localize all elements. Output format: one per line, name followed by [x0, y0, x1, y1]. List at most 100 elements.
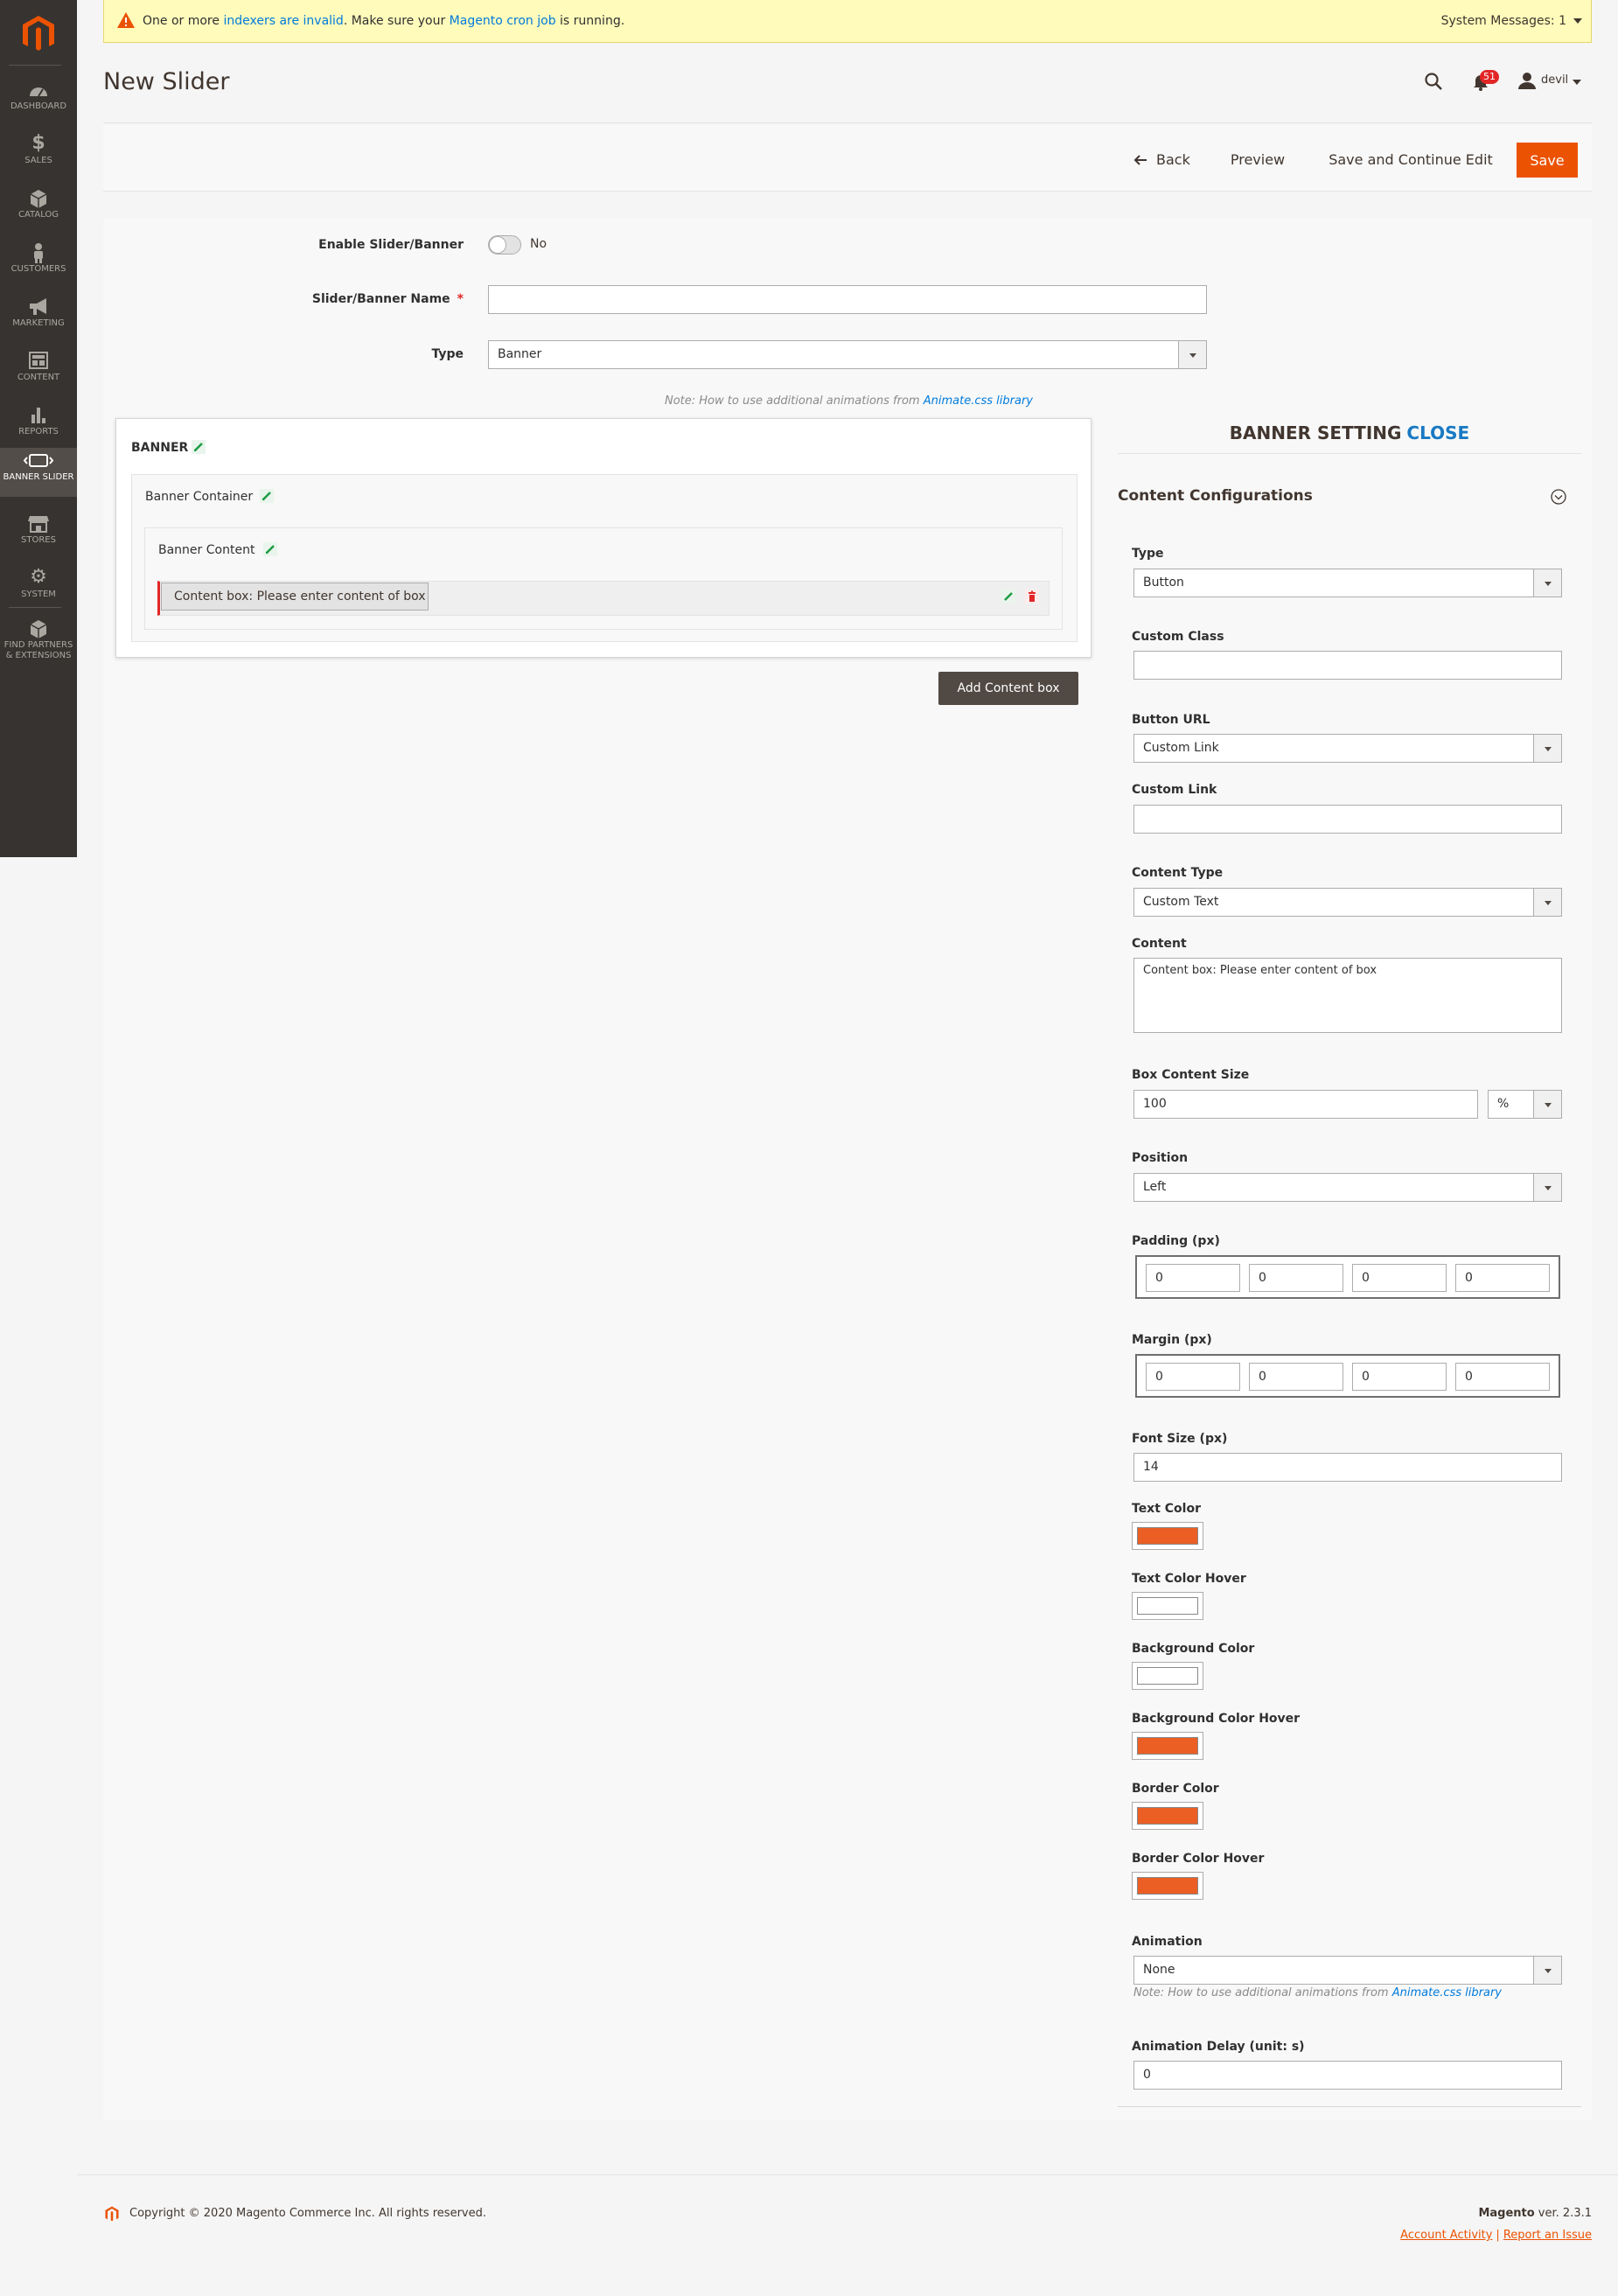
- animation-delay-input[interactable]: 0: [1133, 2061, 1562, 2090]
- report-issue-link[interactable]: Report an Issue: [1503, 2229, 1592, 2242]
- chevron-down-icon[interactable]: [1573, 18, 1582, 24]
- content-label: Content: [1132, 937, 1187, 951]
- add-content-box-button[interactable]: Add Content box: [938, 672, 1078, 705]
- background-color-picker[interactable]: [1132, 1662, 1203, 1690]
- chevron-down-icon[interactable]: [1573, 80, 1581, 85]
- sidebar-item-find-partners[interactable]: FIND PARTNERS & EXTENSIONS: [0, 616, 77, 677]
- text-color-hover-picker[interactable]: [1132, 1592, 1203, 1620]
- sidebar-item-dashboard[interactable]: DASHBOARD: [0, 77, 77, 129]
- user-account-name[interactable]: devil: [1541, 73, 1568, 87]
- sidebar-item-sales[interactable]: $ SALES: [0, 131, 77, 184]
- text-color-swatch: [1137, 1527, 1198, 1545]
- box-size-unit-select[interactable]: %: [1488, 1090, 1562, 1119]
- chevron-down-icon[interactable]: [1533, 735, 1561, 762]
- border-color-hover-label: Border Color Hover: [1132, 1852, 1265, 1866]
- content-type-select[interactable]: Custom Text: [1133, 888, 1562, 917]
- type-select[interactable]: Banner: [488, 340, 1207, 369]
- save-and-continue-button[interactable]: Save and Continue Edit: [1319, 143, 1503, 178]
- sidebar-item-catalog[interactable]: CATALOG: [0, 185, 77, 238]
- preview-button[interactable]: Preview: [1223, 143, 1293, 178]
- magento-logo-icon[interactable]: [17, 14, 59, 52]
- store-icon: [28, 516, 49, 533]
- chevron-down-icon[interactable]: [1533, 889, 1561, 916]
- background-color-label: Background Color: [1132, 1642, 1255, 1656]
- position-select[interactable]: Left: [1133, 1173, 1562, 1202]
- warning-icon: [117, 12, 135, 28]
- indexers-link[interactable]: indexers are invalid: [223, 14, 343, 28]
- banner-setting-header: BANNER SETTING CLOSE: [1229, 422, 1470, 443]
- footer-links: Account Activity | Report an Issue: [1400, 2229, 1592, 2242]
- margin-left-input[interactable]: 0: [1455, 1363, 1550, 1391]
- animation-select[interactable]: None: [1133, 1956, 1562, 1985]
- sidebar-item-stores[interactable]: STORES: [0, 511, 77, 563]
- admin-sidebar: DASHBOARD $ SALES CATALOG CUSTOMERS MARK…: [0, 0, 77, 857]
- sidebar-item-customers[interactable]: CUSTOMERS: [0, 240, 77, 292]
- margin-bottom-input[interactable]: 0: [1352, 1363, 1447, 1391]
- text-color-picker[interactable]: [1132, 1522, 1203, 1550]
- animate-css-link[interactable]: Animate.css library: [924, 394, 1033, 408]
- sidebar-item-system[interactable]: ⚙ SYSTEM: [0, 565, 77, 618]
- collapse-chevron-icon[interactable]: [1550, 488, 1567, 506]
- copyright-text: Copyright © 2020 Magento Commerce Inc. A…: [129, 2207, 486, 2220]
- close-settings-link[interactable]: CLOSE: [1406, 422, 1469, 443]
- border-color-picker[interactable]: [1132, 1802, 1203, 1830]
- chevron-down-icon[interactable]: [1533, 1957, 1561, 1984]
- trash-icon[interactable]: [1025, 590, 1039, 604]
- text-color-hover-label: Text Color Hover: [1132, 1572, 1246, 1586]
- content-configurations-title[interactable]: Content Configurations: [1118, 487, 1313, 505]
- enable-slider-label: Enable Slider/Banner: [318, 238, 464, 252]
- background-color-swatch: [1137, 1667, 1198, 1685]
- padding-top-input[interactable]: 0: [1146, 1264, 1240, 1292]
- custom-class-input[interactable]: [1133, 651, 1562, 680]
- account-activity-link[interactable]: Account Activity: [1400, 2229, 1492, 2242]
- search-icon[interactable]: [1424, 72, 1443, 91]
- chevron-down-icon[interactable]: [1533, 1174, 1561, 1201]
- setting-type-select[interactable]: Button: [1133, 569, 1562, 597]
- sidebar-item-content[interactable]: CONTENT: [0, 348, 77, 401]
- border-color-hover-picker[interactable]: [1132, 1872, 1203, 1900]
- chevron-down-icon[interactable]: [1533, 1091, 1561, 1118]
- button-url-select[interactable]: Custom Link: [1133, 734, 1562, 763]
- background-color-hover-label: Background Color Hover: [1132, 1712, 1301, 1726]
- chevron-down-icon[interactable]: [1178, 341, 1206, 368]
- page-title: New Slider: [103, 68, 230, 95]
- background-color-hover-picker[interactable]: [1132, 1732, 1203, 1760]
- user-icon[interactable]: [1518, 72, 1536, 89]
- animate-css-link[interactable]: Animate.css library: [1392, 1986, 1502, 1999]
- system-message-bar: One or more indexers are invalid. Make s…: [103, 0, 1592, 43]
- back-button[interactable]: Back: [1128, 143, 1198, 178]
- padding-right-input[interactable]: 0: [1249, 1264, 1343, 1292]
- notification-count-badge[interactable]: 51: [1480, 70, 1499, 84]
- margin-right-input[interactable]: 0: [1249, 1363, 1343, 1391]
- content-box-item[interactable]: Content box: Please enter content of box: [161, 583, 429, 611]
- system-messages-toggle[interactable]: System Messages: 1: [1441, 0, 1566, 42]
- sidebar-item-reports[interactable]: REPORTS: [0, 402, 77, 455]
- cron-job-link[interactable]: Magento cron job: [450, 14, 556, 28]
- toggle-knob[interactable]: [489, 236, 506, 254]
- setting-type-label: Type: [1132, 547, 1164, 561]
- chevron-down-icon[interactable]: [1533, 569, 1561, 597]
- dashboard-icon: [30, 87, 47, 97]
- content-textarea[interactable]: Content box: Please enter content of box: [1133, 958, 1562, 1033]
- padding-bottom-input[interactable]: 0: [1352, 1264, 1447, 1292]
- edit-container-pencil-icon[interactable]: [259, 488, 275, 504]
- edit-content-pencil-icon[interactable]: [262, 541, 278, 557]
- font-size-input[interactable]: 14: [1133, 1453, 1562, 1482]
- border-color-label: Border Color: [1132, 1782, 1219, 1796]
- bar-chart-icon: [31, 408, 45, 423]
- sidebar-item-marketing[interactable]: MARKETING: [0, 294, 77, 346]
- padding-left-input[interactable]: 0: [1455, 1264, 1550, 1292]
- edit-box-pencil-icon[interactable]: [1001, 590, 1015, 604]
- sidebar-item-banner-slider[interactable]: BANNER SLIDER: [0, 448, 77, 497]
- edit-banner-pencil-icon[interactable]: [191, 439, 206, 455]
- border-color-hover-swatch: [1137, 1877, 1198, 1895]
- slider-icon: [23, 454, 54, 467]
- banner-content-label: Banner Content: [158, 543, 255, 557]
- margin-top-input[interactable]: 0: [1146, 1363, 1240, 1391]
- slider-name-input[interactable]: [488, 285, 1207, 314]
- save-button[interactable]: Save: [1517, 143, 1578, 178]
- box-content-size-input[interactable]: 100: [1133, 1090, 1478, 1119]
- custom-link-input[interactable]: [1133, 805, 1562, 834]
- animation-label: Animation: [1132, 1935, 1203, 1949]
- magento-logo-icon: [105, 2206, 119, 2222]
